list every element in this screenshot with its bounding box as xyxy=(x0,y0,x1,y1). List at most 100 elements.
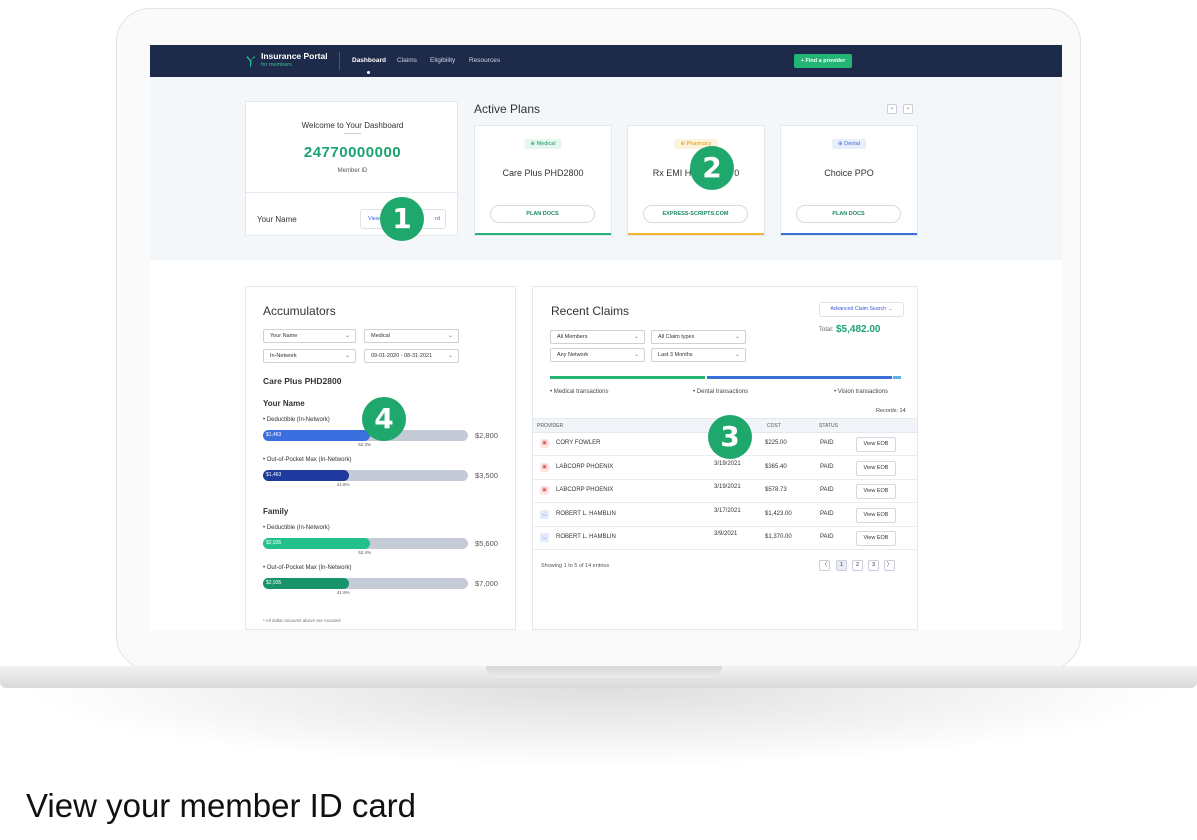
view-eob-button[interactable]: View EOB xyxy=(856,507,896,523)
page-2-button[interactable]: 2 xyxy=(852,560,863,571)
member-select-value: Your Name xyxy=(270,333,298,339)
coverage-select[interactable]: Medical ⌄ xyxy=(364,329,459,343)
page-3-button[interactable]: 3 xyxy=(868,560,879,571)
logo-title: Insurance Portal xyxy=(261,51,328,61)
claim-row[interactable]: ▣ LABCORP PHOENIX 3/19/2021 $578.73 PAID View… xyxy=(533,480,917,503)
accumulator-label: • Out-of-Pocket Max (In-Network) xyxy=(263,565,352,571)
logo-subtitle: for members xyxy=(261,62,292,68)
claim-cost: $578.73 xyxy=(765,487,787,493)
accumulator-percent: 52.3% xyxy=(358,442,371,447)
claim-provider: ROBERT L. HAMBLIN xyxy=(556,534,616,540)
claim-provider: ROBERT L. HAMBLIN xyxy=(556,510,616,517)
page-next-button[interactable]: 〉 xyxy=(884,560,895,571)
accumulator-group-title: Your Name xyxy=(263,399,305,408)
header-provider: PROVIDER xyxy=(537,423,564,429)
accumulator-progress-track: $2,935 xyxy=(263,538,468,549)
plan-accent-bar xyxy=(475,233,611,235)
dental-transactions-label: • Dental transactions xyxy=(693,389,749,395)
claims-total-label: Total: xyxy=(819,327,834,333)
header-cost: COST xyxy=(767,423,781,429)
plan-card-medical: ⊕ Medical Care Plus PHD2800 PLAN DOCS xyxy=(474,125,612,236)
find-provider-button[interactable]: + Find a provider xyxy=(794,54,852,68)
caption-title: View your member ID card xyxy=(26,787,417,824)
medical-transactions-label: • Medical transactions xyxy=(550,389,609,395)
accumulator-max: $5,600 xyxy=(475,539,498,548)
accumulator-label: • Deductible (In-Network) xyxy=(263,417,330,423)
page-prev-button[interactable]: 〈 xyxy=(819,560,830,571)
network-select[interactable]: In-Network ⌄ xyxy=(263,349,356,363)
view-eob-button[interactable]: View EOB xyxy=(856,460,896,476)
medical-claim-icon: ▣ xyxy=(540,439,549,448)
accumulator-progress-track: $2,935 xyxy=(263,578,468,589)
step-marker-2: 2 xyxy=(690,146,734,190)
accumulator-amount: $2,935 xyxy=(266,540,282,546)
accumulator-progress-fill: $1,463 xyxy=(263,430,371,441)
welcome-divider xyxy=(344,133,361,134)
view-card-label-right: rd xyxy=(435,216,440,222)
date-range-select[interactable]: 09-01-2020 - 08-31-2021 ⌄ xyxy=(364,349,459,363)
view-eob-button[interactable]: View EOB xyxy=(856,531,896,546)
accumulator-amount: $1,463 xyxy=(266,432,282,438)
claim-row[interactable]: ▣ LABCORP PHOENIX 3/19/2021 $365.40 PAID View… xyxy=(533,457,917,480)
claims-period-select[interactable]: Last 3 Months ⌄ xyxy=(651,348,746,362)
view-card-label-left: View xyxy=(368,216,380,222)
header-status: STATUS xyxy=(819,423,838,429)
plans-next-button[interactable]: › xyxy=(903,104,913,114)
plan-badge-dental: ⊕ Dental xyxy=(831,139,867,149)
member-select[interactable]: Your Name ⌄ xyxy=(263,329,356,343)
accumulator-progress-fill: $2,935 xyxy=(263,538,371,549)
portal-screen: Ⲩ Insurance Portal for members Dashboard… xyxy=(150,45,1062,630)
medical-claim-icon: ▣ xyxy=(540,462,549,472)
claim-status: PAID xyxy=(820,440,834,446)
claim-date: 3/9/2021 xyxy=(714,531,738,537)
chevron-down-icon: ⌄ xyxy=(633,334,639,340)
plans-prev-button[interactable]: ‹ xyxy=(887,104,897,114)
member-id-label: Member ID xyxy=(337,168,368,174)
claim-provider: CORY FOWLER xyxy=(556,440,601,446)
claim-row[interactable]: ◡ ROBERT L. HAMBLIN 3/17/2021 $1,423.00 PAID… xyxy=(533,504,917,527)
welcome-title: Welcome to Your Dashboard xyxy=(301,121,404,130)
claim-type-select[interactable]: All Claim types ⌄ xyxy=(651,330,746,344)
claim-row[interactable]: ◡ ROBERT L. HAMBLIN 3/9/2021 $1,370.00 PAID V… xyxy=(533,527,917,550)
plan-docs-button[interactable]: PLAN DOCS xyxy=(796,205,901,223)
nav-active-indicator xyxy=(367,71,370,74)
accumulator-plan-name: Care Plus PHD2800 xyxy=(263,376,342,386)
accumulator-amount: $2,935 xyxy=(266,580,282,586)
pagination-summary: Showing 1 to 5 of 14 entries xyxy=(541,563,610,569)
view-eob-button[interactable]: View EOB xyxy=(856,484,896,499)
nav-divider xyxy=(339,52,340,70)
claim-status: PAID xyxy=(820,487,834,493)
chevron-down-icon: ⌄ xyxy=(734,334,740,340)
express-scripts-button[interactable]: EXPRESS-SCRIPTS.COM xyxy=(643,205,748,223)
claims-member-value: All Members xyxy=(557,334,588,340)
chevron-down-icon: ⌄ xyxy=(734,352,740,358)
claims-period-value: Last 3 Months xyxy=(658,352,693,358)
claims-total-value: $5,482.00 xyxy=(836,324,881,335)
chevron-down-icon: ⌄ xyxy=(344,333,350,339)
claims-network-select[interactable]: Any Network ⌄ xyxy=(550,348,645,362)
network-select-value: In-Network xyxy=(270,353,297,359)
view-eob-button[interactable]: View EOB xyxy=(856,437,896,452)
claims-member-select[interactable]: All Members ⌄ xyxy=(550,330,645,344)
dental-transactions-bar xyxy=(707,376,892,379)
claim-type-value: All Claim types xyxy=(658,334,695,340)
advanced-claim-search-button[interactable]: Advanced Claim Search → xyxy=(819,302,904,317)
vision-transactions-label: • Vision transactions xyxy=(834,389,889,395)
coverage-select-value: Medical xyxy=(371,333,390,339)
claims-network-value: Any Network xyxy=(557,352,589,358)
plan-docs-button[interactable]: PLAN DOCS xyxy=(490,205,595,223)
nav-claims[interactable]: Claims xyxy=(397,57,417,64)
step-marker-3: 3 xyxy=(708,415,752,459)
member-id: 24770000000 xyxy=(303,144,402,161)
accumulators-card: Accumulators Your Name ⌄ Medical ⌄ In-Netw… xyxy=(245,286,516,630)
welcome-card: Welcome to Your Dashboard 24770000000 Me… xyxy=(245,101,458,236)
nav-eligibility[interactable]: Eligibility xyxy=(430,57,455,64)
nav-resources[interactable]: Resources xyxy=(469,57,500,64)
step-marker-1: 1 xyxy=(380,197,424,241)
accumulator-max: $3,500 xyxy=(475,471,498,480)
claim-provider: LABCORP PHOENIX xyxy=(556,487,614,493)
page-1-button[interactable]: 1 xyxy=(836,560,847,571)
laptop-shadow xyxy=(20,688,1180,768)
nav-dashboard[interactable]: Dashboard xyxy=(352,57,386,64)
accumulator-progress-fill: $1,463 xyxy=(263,470,349,481)
